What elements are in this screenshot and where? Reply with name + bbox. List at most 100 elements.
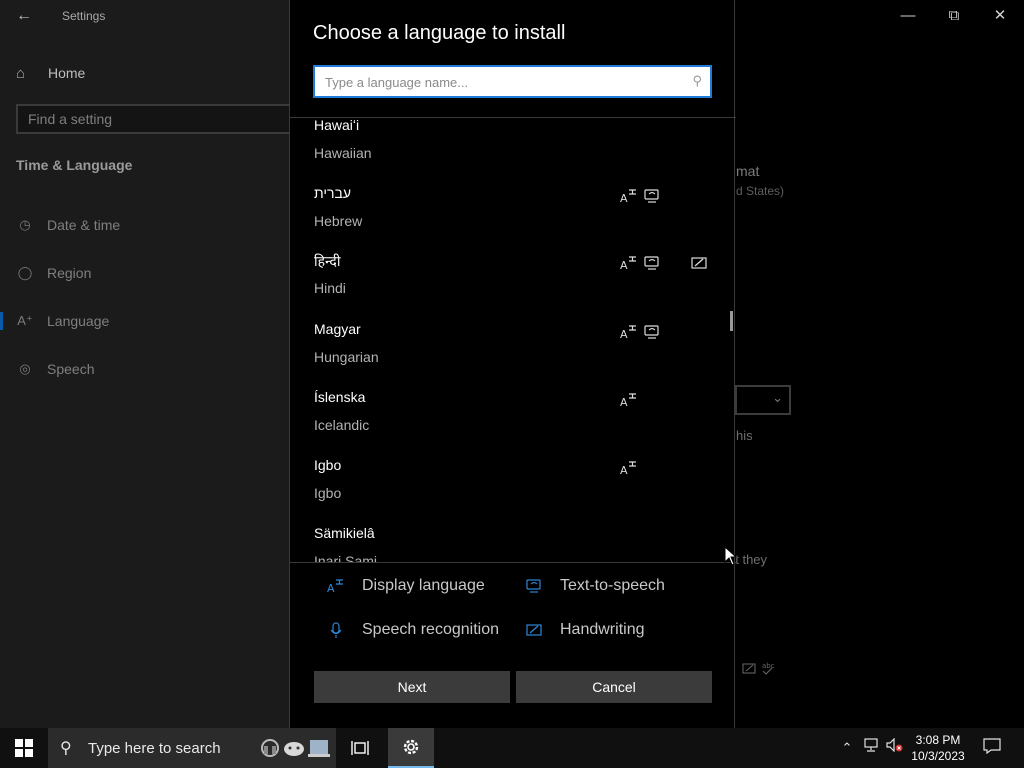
restore-icon[interactable]: ⧉ <box>944 6 964 26</box>
handwriting-spellcheck-icons: abc <box>742 662 775 675</box>
display-language-icon: A <box>324 576 348 596</box>
format-heading-fragment: mat <box>736 163 760 179</box>
globe-icon: ◯ <box>17 265 33 280</box>
language-english-name: Igbo <box>314 485 342 501</box>
next-button[interactable]: Next <box>314 671 510 703</box>
display-language-icon: A <box>620 254 638 272</box>
clock-time: 3:08 PM <box>915 733 961 747</box>
legend-speech-recognition: Speech recognition <box>324 620 499 640</box>
microphone-icon: ◎ <box>19 361 31 376</box>
svg-text:A: A <box>620 259 628 272</box>
language-english-name: Icelandic <box>314 417 370 433</box>
language-native-name: Íslenska <box>314 389 366 405</box>
display-language-icon: A <box>620 323 638 341</box>
text-to-speech-icon <box>643 323 661 341</box>
legend-label: Handwriting <box>560 621 645 638</box>
language-icon: A⁺ <box>17 313 33 328</box>
nav-item-language[interactable]: A⁺ Language <box>0 308 289 334</box>
language-item-inari-sami[interactable]: Sämikielâ Inari Sami <box>290 525 736 562</box>
nav-item-label: Date & time <box>47 217 121 233</box>
display-language-icon: A <box>620 391 638 409</box>
display-language-icon: A <box>620 187 638 205</box>
language-native-name: עברית <box>314 185 352 201</box>
language-item-hawaiian[interactable]: Hawaiʻi Hawaiian <box>290 118 736 185</box>
description-fragment: his <box>736 428 753 443</box>
dialog-title: Choose a language to install <box>313 22 566 44</box>
language-item-icelandic[interactable]: Íslenska Icelandic A <box>290 389 736 457</box>
nav-home[interactable]: ⌂ Home <box>16 62 85 84</box>
language-native-name: Igbo <box>314 457 342 473</box>
language-item-hebrew[interactable]: עברית Hebrew A <box>290 185 736 253</box>
find-setting-input[interactable]: Find a setting <box>16 104 298 134</box>
legend-label: Display language <box>362 577 485 594</box>
svg-text:A: A <box>620 396 628 409</box>
language-feature-icons: abc <box>742 660 776 679</box>
svg-text:A: A <box>327 582 335 595</box>
language-english-name: Hebrew <box>314 213 363 229</box>
language-item-hungarian[interactable]: Magyar Hungarian A <box>290 321 736 389</box>
windows-logo-icon <box>15 739 33 757</box>
svg-text:A: A <box>620 464 628 477</box>
taskbar-settings-app[interactable] <box>388 728 434 768</box>
language-list[interactable]: Hawaiʻi Hawaiian עברית Hebrew A हिन्दी H… <box>290 118 736 562</box>
nav-item-date-time[interactable]: ◷ Date & time <box>0 212 289 238</box>
language-item-igbo[interactable]: Igbo Igbo A <box>290 457 736 525</box>
chevron-up-icon[interactable]: ⌃ <box>837 738 857 758</box>
divider <box>290 562 736 563</box>
search-icon[interactable]: ⚲ <box>692 73 702 89</box>
minimize-icon[interactable]: — <box>898 6 918 26</box>
task-view-button[interactable] <box>340 728 380 768</box>
search-highlight-icon <box>261 739 330 757</box>
language-native-name: Magyar <box>314 321 361 337</box>
network-icon[interactable] <box>861 738 881 758</box>
legend-label: Text-to-speech <box>560 577 665 594</box>
home-icon: ⌂ <box>16 64 26 82</box>
task-view-icon <box>351 741 369 755</box>
language-item-hindi[interactable]: हिन्दी Hindi A <box>290 252 736 320</box>
legend-text-to-speech: Text-to-speech <box>522 576 665 596</box>
legend-display-language: A Display language <box>324 576 485 596</box>
list-scrollbar-thumb[interactable] <box>730 311 733 331</box>
active-indicator <box>0 312 3 330</box>
language-search-input[interactable] <box>325 72 675 92</box>
notifications-icon[interactable] <box>982 738 1002 758</box>
volume-muted-icon[interactable] <box>885 737 905 758</box>
close-icon[interactable]: ✕ <box>990 6 1010 26</box>
nav-item-region[interactable]: ◯ Region <box>0 260 289 286</box>
region-value-fragment: d States) <box>736 184 785 198</box>
back-arrow-icon[interactable]: ← <box>12 6 36 26</box>
handwriting-icon <box>522 620 546 640</box>
mouse-cursor-icon <box>724 546 738 566</box>
text-to-speech-icon <box>643 254 661 272</box>
language-english-name: Inari Sami <box>314 553 378 562</box>
legend-label: Speech recognition <box>362 621 499 638</box>
gear-icon <box>403 739 419 755</box>
choose-language-dialog: Choose a language to install ⚲ Hawaiʻi H… <box>289 0 736 728</box>
handwriting-icon <box>690 254 708 272</box>
search-icon: ⚲ <box>60 740 72 757</box>
settings-sidebar: ← Settings ⌂ Home Find a setting Time & … <box>0 0 298 728</box>
start-button[interactable] <box>0 728 48 768</box>
language-search-box[interactable]: ⚲ <box>313 65 712 98</box>
language-native-name: Hawaiʻi <box>314 118 360 133</box>
language-dropdown[interactable]: ⌄ <box>735 385 791 415</box>
svg-text:abc: abc <box>762 662 775 670</box>
microphone-icon <box>324 620 348 640</box>
taskbar-search-box[interactable]: ⚲ Type here to search <box>48 728 336 768</box>
taskbar-search-text: Type here to search <box>88 739 221 757</box>
nav-item-label: Region <box>47 265 92 281</box>
taskbar-clock[interactable]: 3:08 PM 10/3/2023 <box>906 732 970 764</box>
nav-item-label: Language <box>47 313 110 329</box>
svg-text:A: A <box>620 192 628 205</box>
nav-item-speech[interactable]: ◎ Speech <box>0 356 289 382</box>
nav-item-label: Speech <box>47 361 95 377</box>
cancel-button[interactable]: Cancel <box>516 671 712 703</box>
language-native-name: Sämikielâ <box>314 525 375 541</box>
text-to-speech-icon <box>522 576 546 596</box>
language-native-name: हिन्दी <box>314 253 341 269</box>
clock-date: 10/3/2023 <box>911 749 965 763</box>
display-language-icon: A <box>620 459 638 477</box>
app-title: Settings <box>62 9 106 23</box>
calendar-clock-icon: ◷ <box>19 217 31 232</box>
chevron-down-icon: ⌄ <box>772 390 783 405</box>
